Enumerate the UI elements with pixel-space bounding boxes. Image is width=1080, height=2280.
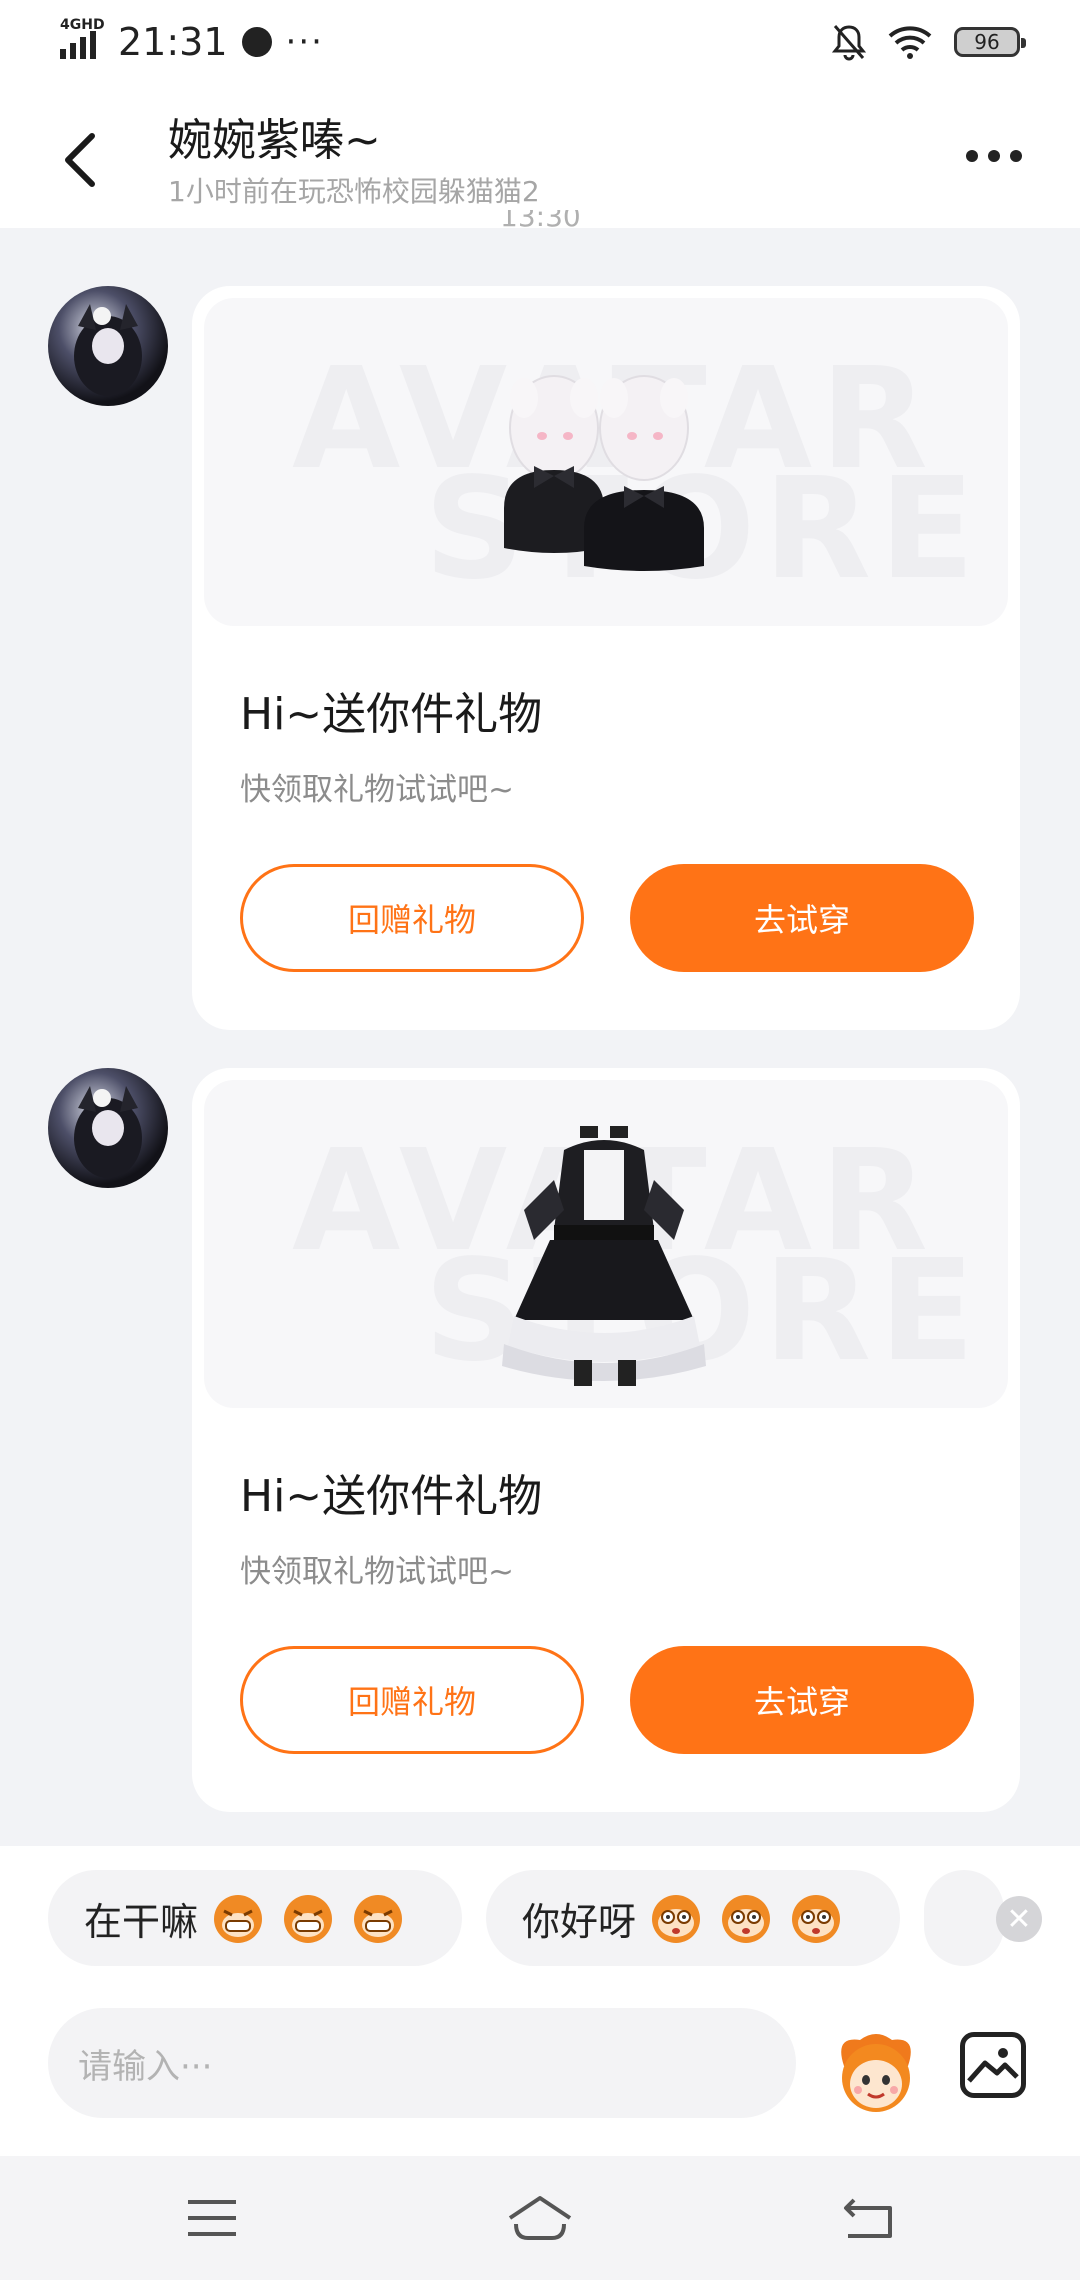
maid-dress-icon — [502, 1126, 706, 1386]
home-icon[interactable] — [504, 2194, 576, 2242]
wifi-icon — [888, 26, 932, 59]
gift-subtitle: 快领取礼物试试吧~ — [240, 1554, 514, 1590]
gift-image[interactable]: AVATAR STORE — [204, 1080, 1008, 1408]
close-quick-replies-icon[interactable]: ✕ — [996, 1896, 1042, 1942]
more-notifications-icon: ··· — [285, 22, 324, 62]
battery-level: 96 — [974, 30, 1000, 54]
contact-name[interactable]: 婉婉紫嗪~ — [168, 104, 381, 168]
menu-icon[interactable] — [182, 2194, 242, 2242]
mascot-emoji-icon[interactable] — [830, 2026, 922, 2118]
quick-reply-chip[interactable]: 你好呀 — [486, 1870, 900, 1966]
signal-icon: 4GHD — [58, 17, 105, 65]
wide-eye-monkey-emoji-icon — [722, 1895, 771, 1943]
more-options-icon[interactable] — [966, 150, 1022, 162]
gift-subtitle: 快领取礼物试试吧~ — [240, 772, 514, 808]
grin-monkey-emoji-icon — [214, 1895, 263, 1943]
back-arrow-icon[interactable] — [60, 130, 100, 190]
wide-eye-monkey-emoji-icon — [652, 1895, 701, 1943]
quick-reply-text: 在干嘛 — [84, 1899, 199, 1944]
back-nav-icon[interactable] — [840, 2194, 900, 2242]
quick-reply-text: 你好呀 — [522, 1899, 637, 1944]
try-on-button[interactable]: 去试穿 — [630, 864, 974, 972]
try-on-button[interactable]: 去试穿 — [630, 1646, 974, 1754]
clock: 21:31 — [118, 20, 228, 64]
chat-header: 婉婉紫嗪~ 1小时前在玩恐怖校园躲猫猫2 — [0, 82, 1080, 228]
status-bar: 4GHD 21:31 ··· 96 — [0, 0, 1080, 82]
gift-title: Hi~送你件礼物 — [240, 1471, 543, 1522]
wide-eye-monkey-emoji-icon — [792, 1895, 841, 1943]
sender-avatar[interactable] — [48, 1068, 168, 1188]
compose-panel: 在干嘛 你好呀 ✕ 请输入··· — [0, 1846, 1080, 2156]
gift-image[interactable]: AVATAR STORE — [204, 298, 1008, 626]
quick-reply-chip-partial[interactable] — [924, 1870, 1004, 1966]
system-nav-bar — [0, 2156, 1080, 2280]
quick-reply-chip[interactable]: 在干嘛 — [48, 1870, 462, 1966]
gift-title: Hi~送你件礼物 — [240, 689, 543, 740]
sender-avatar[interactable] — [48, 286, 168, 406]
gift-message-card[interactable]: AVATAR STORE Hi~送你件礼物 快领取礼物试试吧~ 回赠礼物 去试穿 — [192, 1068, 1020, 1812]
grin-monkey-emoji-icon — [284, 1895, 333, 1943]
contact-status: 1小时前在玩恐怖校园躲猫猫2 — [168, 175, 540, 208]
return-gift-button[interactable]: 回赠礼物 — [240, 1646, 584, 1754]
image-picker-icon[interactable] — [960, 2032, 1026, 2098]
return-gift-button[interactable]: 回赠礼物 — [240, 864, 584, 972]
grin-monkey-emoji-icon — [354, 1895, 403, 1943]
mute-bell-icon — [832, 25, 866, 61]
battery-icon: 96 — [954, 27, 1026, 57]
fluffy-slippers-icon — [504, 375, 704, 571]
message-timestamp: 13:30 — [500, 210, 581, 232]
notification-icon — [241, 27, 272, 57]
input-placeholder: 请输入··· — [78, 2046, 213, 2087]
gift-message-card[interactable]: AVATAR STORE Hi~送你件礼物 快领取礼物试试吧~ 回赠礼物 去试穿 — [192, 286, 1020, 1030]
message-input[interactable]: 请输入··· — [48, 2008, 796, 2118]
